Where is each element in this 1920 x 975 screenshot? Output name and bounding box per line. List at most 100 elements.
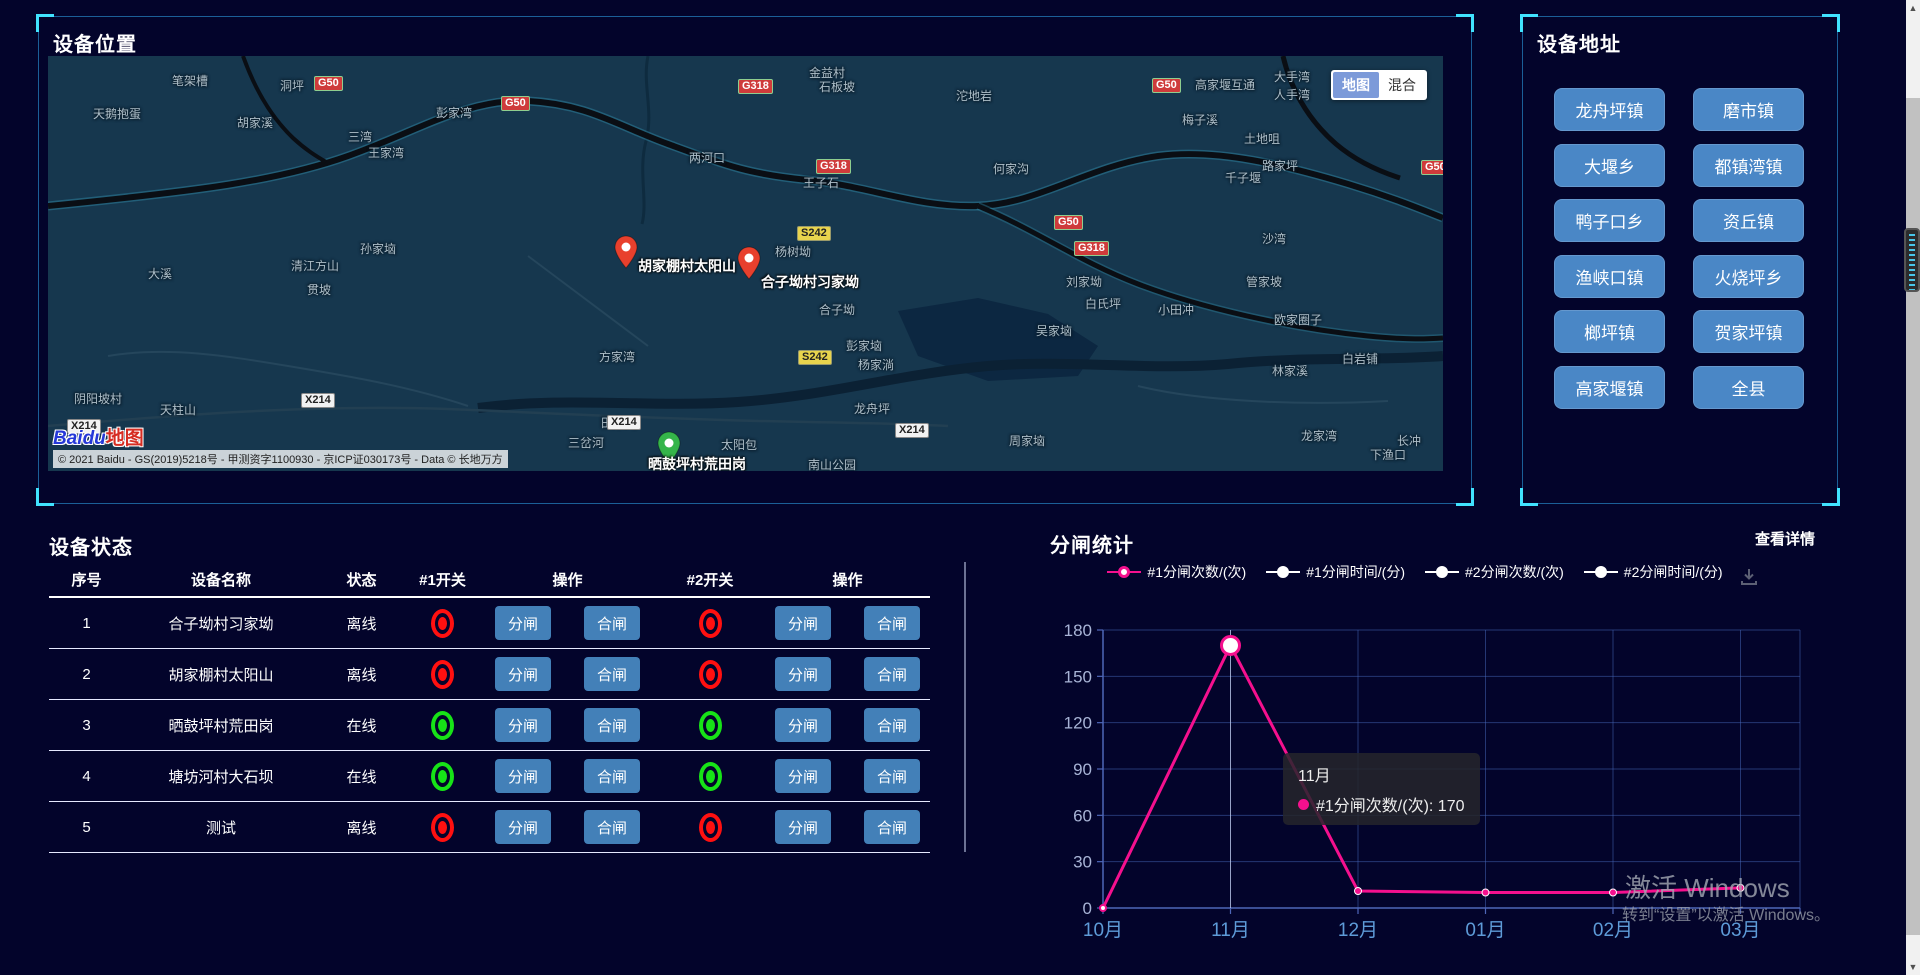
device-name-cell: 塘坊河村大石坝 (124, 766, 318, 787)
open-switch-button[interactable]: 分闸 (495, 657, 551, 691)
legend-item[interactable]: #2分闸次数/(次) (1425, 562, 1564, 582)
open-switch-button[interactable]: 分闸 (495, 606, 551, 640)
close-switch-button[interactable]: 合闸 (584, 657, 640, 691)
map-place-label: 大手湾 (1274, 68, 1310, 85)
device-name-cell: 晒鼓坪村荒田岗 (124, 715, 318, 736)
table-row: 5测试离线分闸合闸分闸合闸 (49, 802, 930, 853)
address-button[interactable]: 鸭子口乡 (1554, 199, 1665, 242)
open-switch-button[interactable]: 分闸 (775, 708, 831, 742)
device-status-section: 设备状态 序号设备名称状态#1开关操作#2开关操作1合子坳村习家坳离线分闸合闸分… (49, 531, 969, 866)
chart-tooltip: 11月 #1分闸次数/(次): 170 (1283, 753, 1480, 825)
corner-bracket (1456, 14, 1474, 32)
device-address-panel: 设备地址 龙舟坪镇磨市镇大堰乡都镇湾镇鸭子口乡资丘镇渔峡口镇火烧坪乡榔坪镇贺家坪… (1522, 16, 1838, 504)
close-switch-button[interactable]: 合闸 (584, 759, 640, 793)
address-button[interactable]: 火烧坪乡 (1693, 255, 1804, 298)
map-place-label: 孙家垴 (360, 240, 396, 257)
tooltip-series-dot (1298, 799, 1309, 810)
map-copyright: © 2021 Baidu - GS(2019)5218号 - 甲测资字11009… (53, 450, 508, 468)
map-place-label: 天柱山 (160, 401, 196, 418)
map-place-label: 三湾 (348, 128, 372, 145)
close-switch-button[interactable]: 合闸 (864, 657, 920, 691)
map-place-label: 方家湾 (599, 348, 635, 365)
corner-bracket (1822, 488, 1840, 506)
view-details-link[interactable]: 查看详情 (1755, 528, 1815, 549)
table-scrollbar[interactable] (964, 562, 966, 852)
map-place-label: 彭家湾 (436, 104, 472, 121)
open-switch-button[interactable]: 分闸 (495, 708, 551, 742)
road-shield-G50: G50 (1054, 215, 1083, 230)
y-axis-label: 120 (1064, 714, 1092, 733)
switch-indicator-on (431, 762, 454, 791)
page-scrollbar[interactable]: ▲ ▼ (1906, 0, 1920, 975)
close-switch-button[interactable]: 合闸 (864, 810, 920, 844)
address-button[interactable]: 渔峡口镇 (1554, 255, 1665, 298)
map-place-label: 沙湾 (1262, 230, 1286, 247)
address-button[interactable]: 榔坪镇 (1554, 310, 1665, 353)
address-button[interactable]: 高家堰镇 (1554, 366, 1665, 409)
data-point (1610, 889, 1617, 896)
open-switch-button[interactable]: 分闸 (775, 606, 831, 640)
corner-bracket (36, 488, 54, 506)
address-button[interactable]: 贺家坪镇 (1693, 310, 1804, 353)
device-status-table: 序号设备名称状态#1开关操作#2开关操作1合子坳村习家坳离线分闸合闸分闸合闸2胡… (49, 562, 930, 853)
switch-indicator-off (431, 660, 454, 689)
address-button[interactable]: 全县 (1693, 366, 1804, 409)
address-button[interactable]: 磨市镇 (1693, 88, 1804, 131)
close-switch-button[interactable]: 合闸 (864, 759, 920, 793)
close-switch-button[interactable]: 合闸 (584, 708, 640, 742)
legend-item[interactable]: #1分闸次数/(次) (1107, 562, 1246, 582)
legend-item[interactable]: #1分闸时间/(分) (1266, 562, 1405, 582)
baidu-map[interactable]: 笔架槽洞坪天鹅抱蛋胡家溪三湾王家湾彭家湾金益村石板坡沱地岩大手湾人手湾高家堰互通… (48, 56, 1443, 471)
close-switch-button[interactable]: 合闸 (584, 606, 640, 640)
switch-indicator-off (699, 660, 722, 689)
table-row: 2胡家棚村太阳山离线分闸合闸分闸合闸 (49, 649, 930, 700)
map-place-label: 南山公园 (808, 456, 856, 471)
map-place-label: 白岩铺 (1342, 350, 1378, 367)
y-axis-label: 180 (1064, 621, 1092, 640)
baidu-logo-text: Baidu (53, 428, 106, 449)
device-status-cell: 离线 (318, 613, 405, 634)
road-shield-X214: X214 (895, 423, 929, 438)
road-shield-G50: G50 (1421, 160, 1443, 175)
open-switch-button[interactable]: 分闸 (495, 759, 551, 793)
close-switch-button[interactable]: 合闸 (584, 810, 640, 844)
corner-bracket (1822, 14, 1840, 32)
address-button[interactable]: 都镇湾镇 (1693, 144, 1804, 187)
switch1-ops-cell: 分闸合闸 (480, 759, 655, 793)
corner-bracket (1520, 488, 1538, 506)
open-switch-button[interactable]: 分闸 (775, 759, 831, 793)
legend-item[interactable]: #2分闸时间/(分) (1584, 562, 1723, 582)
map-pin-marker[interactable] (737, 246, 761, 285)
x-axis-label: 10月 (1083, 920, 1123, 941)
close-switch-button[interactable]: 合闸 (864, 606, 920, 640)
scrollbar-up-arrow[interactable]: ▲ (1906, 0, 1920, 16)
y-axis-label: 30 (1073, 853, 1092, 872)
switch-indicator-off (431, 609, 454, 638)
scrollbar-down-arrow[interactable]: ▼ (1906, 959, 1920, 975)
address-button[interactable]: 龙舟坪镇 (1554, 88, 1665, 131)
scrollbar-thumb[interactable] (1906, 98, 1920, 935)
map-toggle-map[interactable]: 地图 (1333, 72, 1379, 98)
map-place-label: 下渔口 (1370, 446, 1406, 463)
map-place-label: 杨树坳 (775, 243, 811, 260)
switch1-indicator-cell (405, 609, 480, 638)
switch-indicator-off (699, 609, 722, 638)
status-section-title: 设备状态 (49, 531, 133, 560)
open-switch-button[interactable]: 分闸 (495, 810, 551, 844)
switch1-ops-cell: 分闸合闸 (480, 810, 655, 844)
map-type-toggle[interactable]: 地图混合 (1331, 70, 1427, 100)
map-toggle-hybrid[interactable]: 混合 (1379, 72, 1425, 98)
close-switch-button[interactable]: 合闸 (864, 708, 920, 742)
switch2-ops-cell: 分闸合闸 (765, 708, 930, 742)
open-switch-button[interactable]: 分闸 (775, 810, 831, 844)
switch2-indicator-cell (655, 609, 765, 638)
download-icon[interactable] (1738, 566, 1760, 593)
address-button[interactable]: 大堰乡 (1554, 144, 1665, 187)
baidu-logo-suffix: 地图 (106, 428, 144, 449)
switch1-ops-cell: 分闸合闸 (480, 657, 655, 691)
address-button[interactable]: 资丘镇 (1693, 199, 1804, 242)
switch2-ops-cell: 分闸合闸 (765, 810, 930, 844)
road-shield-X214: X214 (607, 415, 641, 430)
map-pin-marker[interactable] (614, 235, 638, 274)
open-switch-button[interactable]: 分闸 (775, 657, 831, 691)
